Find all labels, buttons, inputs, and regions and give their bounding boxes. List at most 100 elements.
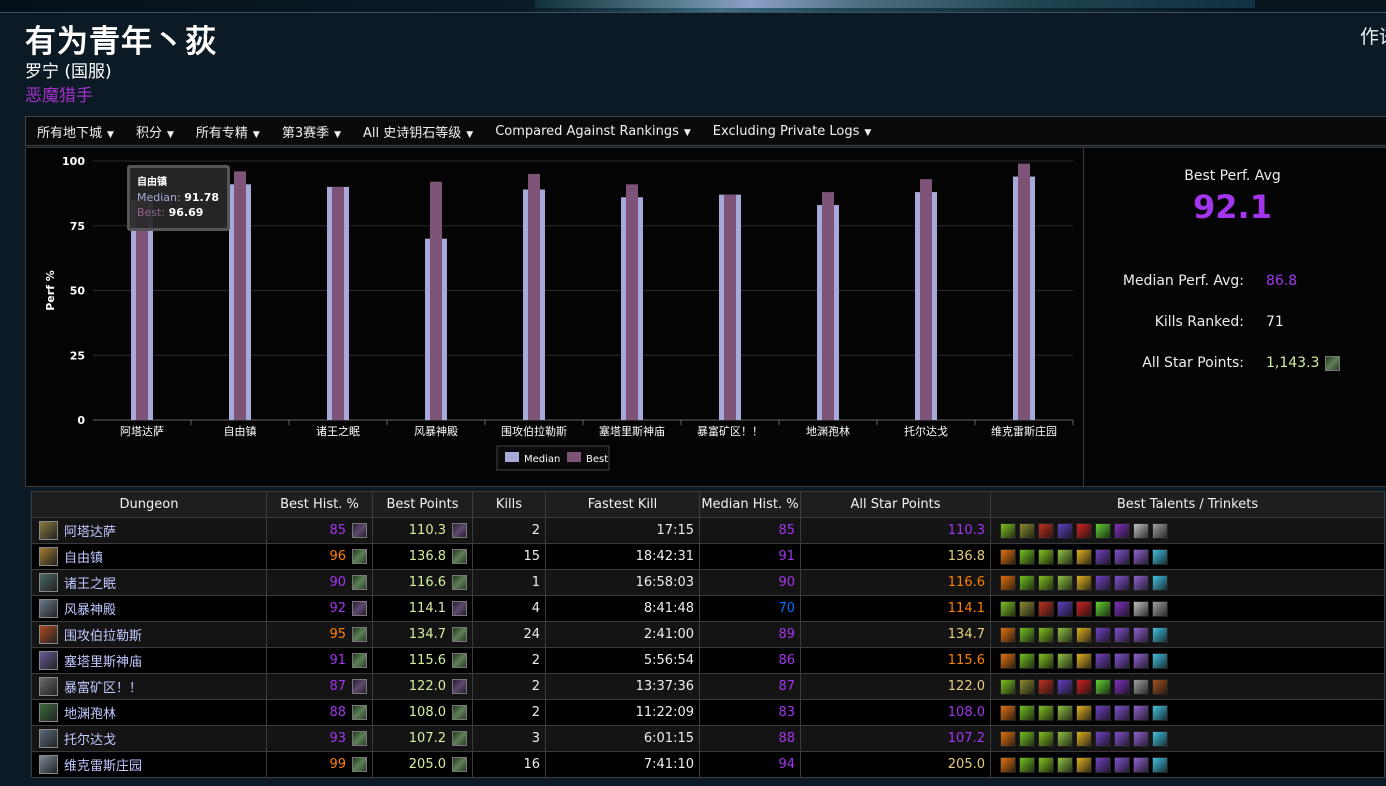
col-header-all-star-points[interactable]: All Star Points [800, 491, 991, 518]
talent-icon[interactable] [1000, 548, 1016, 565]
talent-icon[interactable] [1152, 756, 1168, 773]
fastest-kill-cell[interactable]: 16:58:03 [545, 569, 700, 596]
talent-icon[interactable] [1000, 574, 1016, 591]
talent-icon[interactable] [1019, 704, 1035, 721]
filter-spec-dropdown[interactable]: 所有专精 ▼ [185, 122, 271, 141]
fastest-kill-cell[interactable]: 17:15 [545, 517, 700, 544]
talent-icon[interactable] [1057, 652, 1073, 669]
talent-icon[interactable] [1095, 652, 1111, 669]
talent-icon[interactable] [1000, 626, 1016, 643]
dungeon-cell[interactable]: 阿塔达萨 [31, 517, 267, 544]
talent-icon[interactable] [1114, 548, 1130, 565]
table-row[interactable]: 诸王之眠 90 116.6 1 16:58:03 90 116.6 [31, 569, 1385, 596]
talent-icon[interactable] [1057, 678, 1073, 695]
dungeon-cell[interactable]: 暴富矿区！！ [31, 673, 267, 700]
talent-icon[interactable] [1152, 678, 1168, 695]
talent-icon[interactable] [1152, 574, 1168, 591]
talent-icon[interactable] [1038, 600, 1054, 617]
talent-icon[interactable] [1114, 600, 1130, 617]
talent-icon[interactable] [1000, 756, 1016, 773]
table-row[interactable]: 地渊孢林 88 108.0 2 11:22:09 83 108.0 [31, 699, 1385, 726]
col-header-best-hist[interactable]: Best Hist. % [266, 491, 373, 518]
talent-icon[interactable] [1133, 600, 1149, 617]
fastest-kill-cell[interactable]: 6:01:15 [545, 725, 700, 752]
dungeon-name[interactable]: 诸王之眠 [64, 573, 116, 592]
dungeon-cell[interactable]: 风暴神殿 [31, 595, 267, 622]
dungeon-cell[interactable]: 维克雷斯庄园 [31, 751, 267, 778]
talent-icon[interactable] [1038, 756, 1054, 773]
dungeon-name[interactable]: 塞塔里斯神庙 [64, 651, 142, 670]
talent-icon[interactable] [1038, 652, 1054, 669]
talent-icon[interactable] [1076, 548, 1092, 565]
dungeon-name[interactable]: 围攻伯拉勒斯 [64, 625, 142, 644]
dungeon-name[interactable]: 维克雷斯庄园 [64, 755, 142, 774]
talent-icon[interactable] [1095, 756, 1111, 773]
talent-icon[interactable] [1114, 704, 1130, 721]
talent-icon[interactable] [1133, 652, 1149, 669]
class-label[interactable]: 恶魔猎手 [25, 81, 93, 106]
talent-icon[interactable] [1133, 548, 1149, 565]
talent-icon[interactable] [1095, 730, 1111, 747]
talent-icon[interactable] [1133, 678, 1149, 695]
talent-icon[interactable] [1019, 756, 1035, 773]
talent-icon[interactable] [1076, 626, 1092, 643]
talent-icon[interactable] [1038, 704, 1054, 721]
talent-icon[interactable] [1095, 704, 1111, 721]
talent-icon[interactable] [1152, 704, 1168, 721]
dungeon-name[interactable]: 地渊孢林 [64, 703, 116, 722]
table-row[interactable]: 自由镇 96 136.8 15 18:42:31 91 136.8 [31, 543, 1385, 570]
talent-icon[interactable] [1000, 704, 1016, 721]
talent-icon[interactable] [1019, 626, 1035, 643]
talent-icon[interactable] [1000, 678, 1016, 695]
talent-icon[interactable] [1152, 652, 1168, 669]
table-row[interactable]: 风暴神殿 92 114.1 4 8:41:48 70 114.1 [31, 595, 1385, 622]
fastest-kill-cell[interactable]: 11:22:09 [545, 699, 700, 726]
fastest-kill-cell[interactable]: 2:41:00 [545, 621, 700, 648]
talent-icon[interactable] [1019, 678, 1035, 695]
talent-icon[interactable] [1076, 730, 1092, 747]
table-row[interactable]: 围攻伯拉勒斯 95 134.7 24 2:41:00 89 134.7 [31, 621, 1385, 648]
fastest-kill-cell[interactable]: 8:41:48 [545, 595, 700, 622]
fastest-kill-cell[interactable]: 13:37:36 [545, 673, 700, 700]
talent-icon[interactable] [1095, 626, 1111, 643]
dungeon-name[interactable]: 暴富矿区！！ [64, 677, 142, 696]
fastest-kill-cell[interactable]: 7:41:10 [545, 751, 700, 778]
talent-icon[interactable] [1133, 522, 1149, 539]
talent-icon[interactable] [1076, 600, 1092, 617]
dungeon-name[interactable]: 阿塔达萨 [64, 521, 116, 540]
talent-icon[interactable] [1114, 730, 1130, 747]
talent-icon[interactable] [1057, 600, 1073, 617]
table-row[interactable]: 维克雷斯庄园 99 205.0 16 7:41:10 94 205.0 [31, 751, 1385, 778]
dungeon-cell[interactable]: 围攻伯拉勒斯 [31, 621, 267, 648]
talent-icon[interactable] [1000, 600, 1016, 617]
talent-icon[interactable] [1133, 730, 1149, 747]
col-header-fastest-kill[interactable]: Fastest Kill [545, 491, 700, 518]
talent-icon[interactable] [1019, 600, 1035, 617]
talent-icon[interactable] [1095, 548, 1111, 565]
table-row[interactable]: 托尔达戈 93 107.2 3 6:01:15 88 107.2 [31, 725, 1385, 752]
talent-icon[interactable] [1000, 730, 1016, 747]
talent-icon[interactable] [1076, 652, 1092, 669]
talent-icon[interactable] [1019, 522, 1035, 539]
talent-icon[interactable] [1152, 626, 1168, 643]
talent-icon[interactable] [1152, 522, 1168, 539]
talent-icon[interactable] [1076, 522, 1092, 539]
filter-comparison-dropdown[interactable]: Compared Against Rankings ▼ [484, 124, 702, 139]
talent-icon[interactable] [1000, 522, 1016, 539]
talent-icon[interactable] [1038, 574, 1054, 591]
filter-dungeon-dropdown[interactable]: 所有地下城 ▼ [26, 122, 125, 141]
talent-icon[interactable] [1076, 678, 1092, 695]
talent-icon[interactable] [1114, 756, 1130, 773]
table-row[interactable]: 阿塔达萨 85 110.3 2 17:15 85 110.3 [31, 517, 1385, 544]
dungeon-name[interactable]: 托尔达戈 [64, 729, 116, 748]
col-header-median-hist[interactable]: Median Hist. % [699, 491, 801, 518]
filter-metric-dropdown[interactable]: 积分 ▼ [125, 122, 185, 141]
talent-icon[interactable] [1038, 626, 1054, 643]
talent-icon[interactable] [1076, 574, 1092, 591]
table-row[interactable]: 塞塔里斯神庙 91 115.6 2 5:56:54 86 115.6 [31, 647, 1385, 674]
talent-icon[interactable] [1095, 574, 1111, 591]
dungeon-cell[interactable]: 自由镇 [31, 543, 267, 570]
talent-icon[interactable] [1114, 652, 1130, 669]
talent-icon[interactable] [1019, 652, 1035, 669]
talent-icon[interactable] [1057, 522, 1073, 539]
